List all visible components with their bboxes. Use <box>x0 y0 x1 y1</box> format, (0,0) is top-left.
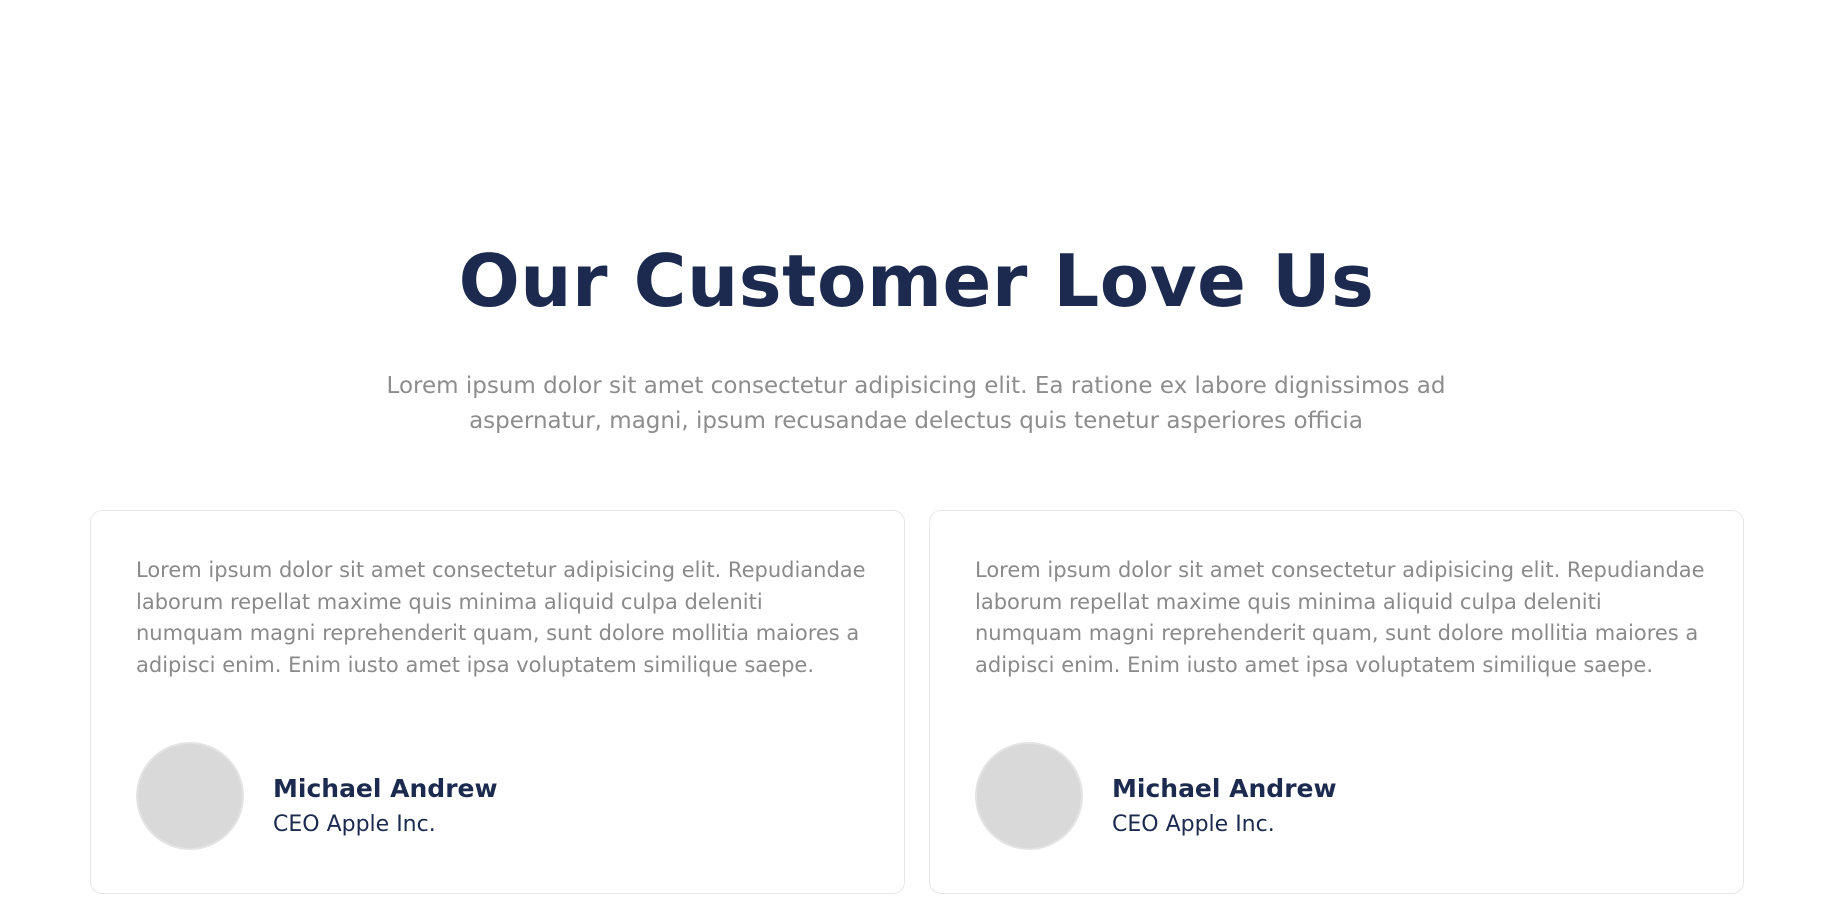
section-subtitle: Lorem ipsum dolor sit amet consectetur a… <box>386 373 1446 434</box>
testimonials-section: Our Customer Love Us Lorem ipsum dolor s… <box>0 0 1833 902</box>
author-role: CEO Apple Inc. <box>273 812 436 837</box>
testimonial-card: Lorem ipsum dolor sit amet consectetur a… <box>90 510 905 894</box>
testimonial-quote: Lorem ipsum dolor sit amet consectetur a… <box>975 558 1705 677</box>
testimonial-author: Michael Andrew CEO Apple Inc. <box>975 742 1675 852</box>
testimonial-author: Michael Andrew CEO Apple Inc. <box>136 742 836 852</box>
testimonial-cards: Lorem ipsum dolor sit amet consectetur a… <box>90 510 1744 896</box>
author-name: Michael Andrew <box>1112 774 1337 803</box>
section-title: Our Customer Love Us <box>458 239 1375 323</box>
author-role: CEO Apple Inc. <box>1112 812 1275 837</box>
author-name: Michael Andrew <box>273 774 498 803</box>
testimonial-quote: Lorem ipsum dolor sit amet consectetur a… <box>136 558 866 677</box>
testimonial-card: Lorem ipsum dolor sit amet consectetur a… <box>929 510 1744 894</box>
avatar <box>136 742 244 850</box>
avatar <box>975 742 1083 850</box>
